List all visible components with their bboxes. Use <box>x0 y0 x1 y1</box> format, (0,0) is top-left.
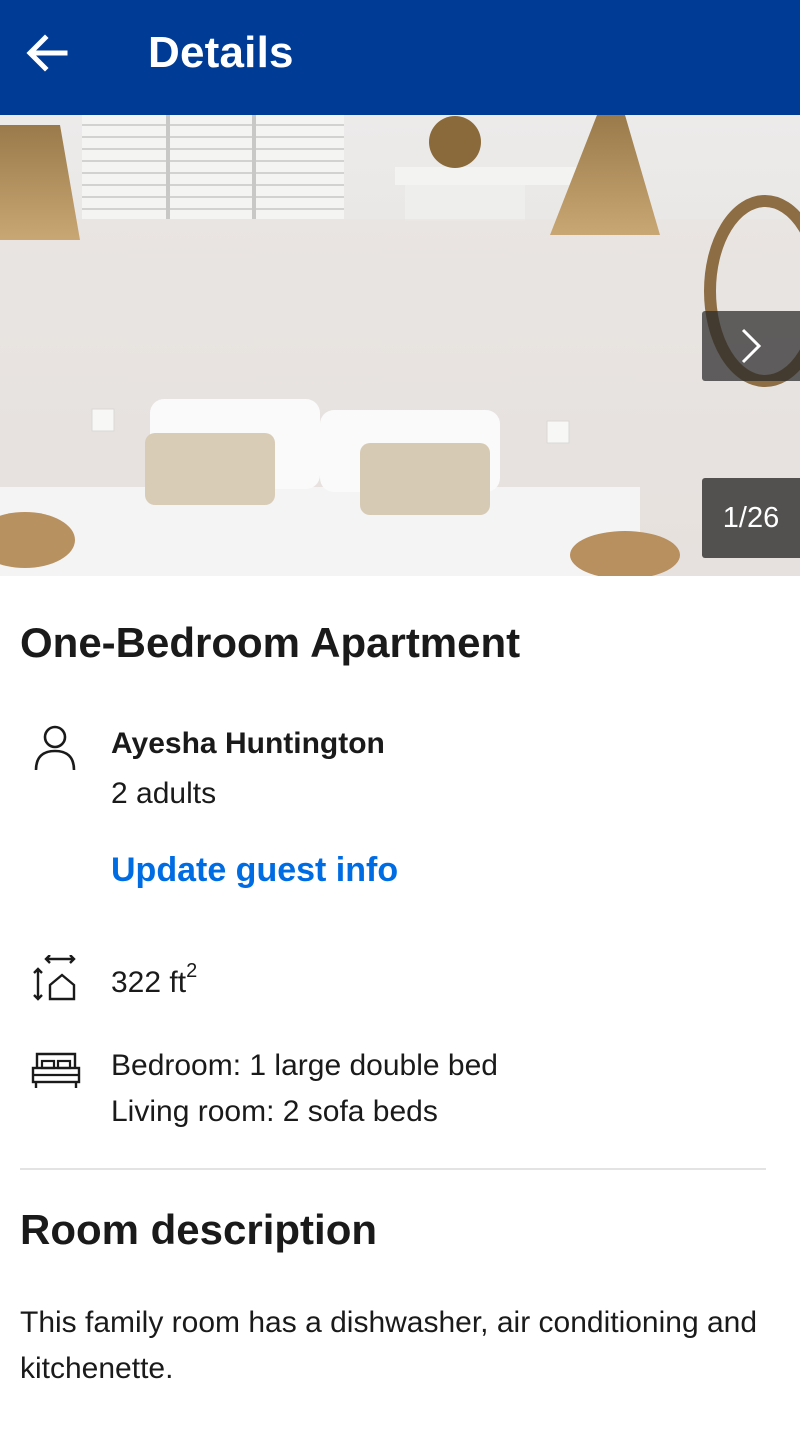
room-description-text: This family room has a dishwasher, air c… <box>20 1306 758 1385</box>
room-title: One-Bedroom Apartment <box>20 619 521 666</box>
update-guest-info-link[interactable]: Update guest info <box>111 851 398 890</box>
guest-name: Ayesha Huntington <box>111 727 385 760</box>
chevron-right-icon <box>741 328 762 364</box>
page-title: Details <box>148 28 294 77</box>
back-button[interactable] <box>22 30 72 76</box>
bedroom-photo-image <box>0 115 800 576</box>
arrow-left-icon <box>26 34 68 72</box>
bed-info-bedroom: Bedroom: 1 large double bed <box>111 1049 498 1082</box>
bed-info-living-room: Living room: 2 sofa beds <box>111 1095 438 1128</box>
person-icon <box>34 725 76 771</box>
room-description-heading: Room description <box>20 1206 378 1253</box>
room-size: 322 ft2 <box>111 960 198 999</box>
bed-icon <box>31 1052 81 1088</box>
guest-count: 2 adults <box>111 777 217 810</box>
room-size-icon <box>33 955 76 1001</box>
photo-counter: 1/26 <box>702 478 800 558</box>
app-bar: Details <box>0 0 800 115</box>
section-divider <box>20 1168 766 1170</box>
next-photo-button[interactable] <box>702 311 800 381</box>
room-photo[interactable]: 1/26 <box>0 115 800 576</box>
